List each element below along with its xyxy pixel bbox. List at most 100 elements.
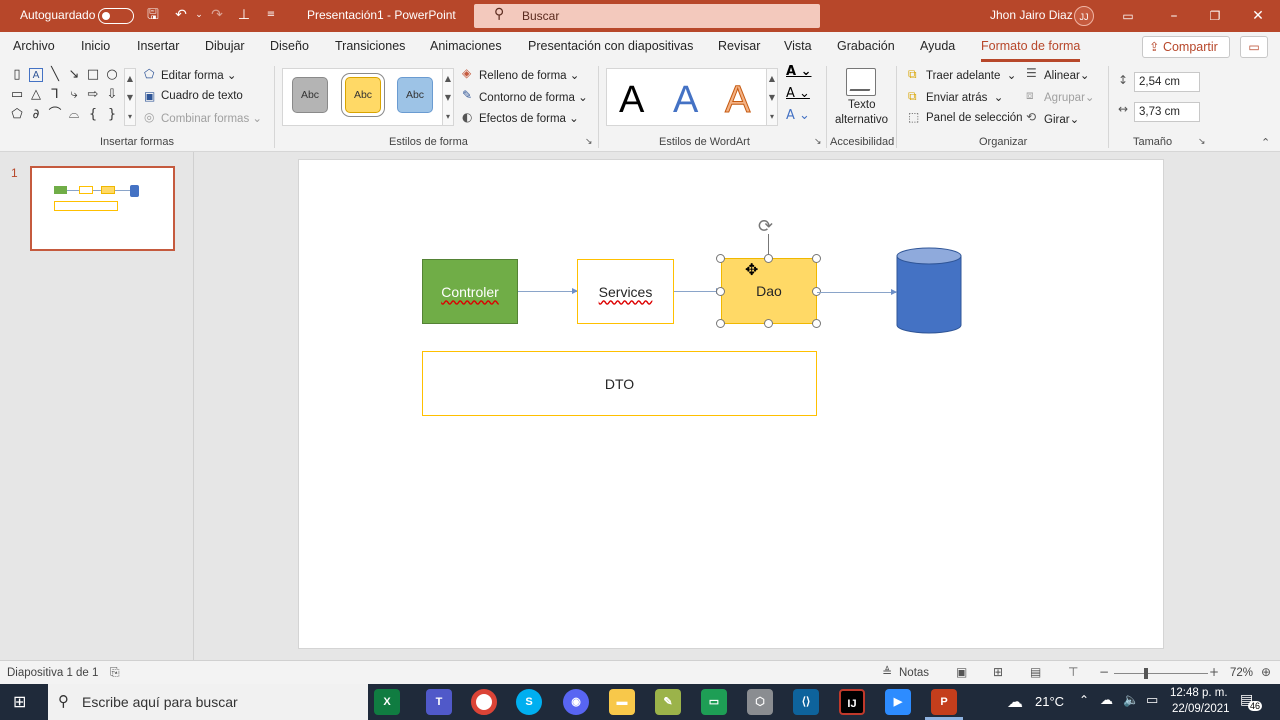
alt-text-label-1[interactable]: Texto	[848, 99, 876, 111]
undo-icon[interactable]: ↶	[172, 6, 190, 24]
clock-time[interactable]: 12:48 p. m.	[1170, 687, 1228, 699]
resize-handle[interactable]	[812, 319, 821, 328]
ribbon-display-icon[interactable]: ▭	[1116, 4, 1140, 28]
selection-pane-button[interactable]: Panel de selección	[926, 112, 1023, 124]
chrome-icon[interactable]	[471, 689, 497, 715]
chevron-down-icon[interactable]: ▼	[125, 88, 135, 107]
intellij-icon[interactable]: IJ	[839, 689, 865, 715]
tab-presentacion[interactable]: Presentación con diapositivas	[528, 39, 693, 53]
zoom-slider-thumb[interactable]	[1144, 668, 1148, 679]
rounded-rect-shape-icon[interactable]: ▭	[10, 88, 24, 102]
tab-animaciones[interactable]: Animaciones	[430, 39, 502, 53]
shape-height-input[interactable]: 2,54 cm	[1134, 72, 1200, 92]
save-icon[interactable]: 🖫	[144, 6, 162, 24]
shape-outline-button[interactable]: Contorno de forma ⌄	[479, 90, 588, 104]
shapes-gallery[interactable]: ▯ A ╲ ↘ □ ○ ▭ △ ⅂ ⤷ ⇨ ⇩ ⬠ ∂ ⌒ ⌓ { }	[10, 68, 124, 126]
normal-view-icon[interactable]: ▣	[956, 665, 967, 679]
chevron-up-icon[interactable]: ▲	[443, 69, 453, 88]
bring-forward-button[interactable]: Traer adelante ⌄	[926, 68, 1016, 82]
database-shape[interactable]	[896, 247, 964, 335]
tab-revisar[interactable]: Revisar	[718, 39, 760, 53]
more-icon[interactable]: ▾	[125, 107, 135, 126]
onedrive-icon[interactable]: ☁	[1100, 693, 1113, 708]
shapes-gallery-scroll[interactable]: ▲ ▼ ▾	[124, 68, 136, 126]
notepad-icon[interactable]: ✎	[655, 689, 681, 715]
tab-grabacion[interactable]: Grabación	[837, 39, 895, 53]
share-button[interactable]: ⇪ Compartir	[1142, 36, 1230, 58]
app-cube-icon[interactable]: ⬡	[747, 689, 773, 715]
zoom-slider[interactable]	[1114, 668, 1208, 679]
skype-icon[interactable]: S	[516, 689, 542, 715]
fit-slide-icon[interactable]: ⊕	[1261, 665, 1271, 679]
resize-handle[interactable]	[716, 319, 725, 328]
chevron-up-icon[interactable]: ▲	[767, 69, 777, 88]
dao-shape[interactable]: Dao	[721, 258, 817, 324]
close-icon[interactable]: ✕	[1246, 4, 1270, 28]
file-explorer-icon[interactable]: ▬	[609, 689, 635, 715]
chat-app-icon[interactable]: ▭	[701, 689, 727, 715]
shape-effects-button[interactable]: Efectos de forma ⌄	[479, 111, 579, 125]
text-outline-icon[interactable]: A ⌄	[786, 86, 810, 101]
brace-right-shape-icon[interactable]: }	[105, 108, 119, 122]
comments-icon[interactable]: ▭	[1240, 36, 1268, 58]
dialog-launcher-icon[interactable]: ↘	[585, 137, 593, 147]
triangle-shape-icon[interactable]: △	[29, 88, 43, 102]
accessibility-check-icon[interactable]: ⎘	[110, 665, 120, 680]
collapse-ribbon-icon[interactable]: ⌃	[1261, 136, 1270, 149]
tab-archivo[interactable]: Archivo	[13, 39, 55, 53]
zoom-app-icon[interactable]: ▶	[885, 689, 911, 715]
teams-icon[interactable]: T	[426, 689, 452, 715]
more-icon[interactable]: ▾	[767, 107, 777, 126]
chevron-down-icon[interactable]: ▼	[767, 88, 777, 107]
slide-sorter-icon[interactable]: ⊞	[993, 665, 1003, 679]
tab-dibujar[interactable]: Dibujar	[205, 39, 245, 53]
slide-canvas[interactable]: Controler Services Dao ⟳ ✥ DTO	[299, 160, 1163, 648]
slide-thumbnail[interactable]	[30, 166, 175, 251]
redo-icon[interactable]: ↷	[208, 6, 226, 24]
elbow-connector-shape-icon[interactable]: ⅂	[48, 88, 62, 102]
shape-styles-gallery[interactable]: Abc Abc Abc	[282, 68, 444, 126]
align-button[interactable]: Alinear⌄	[1044, 68, 1089, 82]
tab-inicio[interactable]: Inicio	[81, 39, 110, 53]
zoom-in-icon[interactable]: +	[1209, 665, 1219, 679]
freeform-shape-icon[interactable]: ⬠	[10, 108, 24, 122]
resize-handle[interactable]	[716, 254, 725, 263]
reading-view-icon[interactable]: ▤	[1030, 665, 1041, 679]
shape-styles-scroll[interactable]: ▲ ▼ ▾	[442, 68, 454, 126]
square-shape-icon[interactable]: □	[86, 68, 100, 82]
merge-shapes-button[interactable]: Combinar formas ⌄	[161, 111, 262, 125]
wordart-black[interactable]: A	[619, 79, 644, 122]
slideshow-view-icon[interactable]: ⊤	[1068, 665, 1078, 679]
windows-start-icon[interactable]: ⊞	[13, 692, 26, 711]
scribble-shape-icon[interactable]: ∂	[29, 108, 43, 122]
zoom-level[interactable]: 72%	[1230, 667, 1253, 679]
minimize-icon[interactable]: –	[1162, 4, 1186, 28]
brace-left-shape-icon[interactable]: {	[86, 108, 100, 122]
wordart-blue[interactable]: A	[673, 79, 698, 122]
services-shape[interactable]: Services	[577, 259, 674, 324]
network-icon[interactable]: ▭	[1146, 693, 1158, 708]
taskbar-search-box[interactable]: ⚲ Escribe aquí para buscar	[48, 684, 368, 720]
tab-vista[interactable]: Vista	[784, 39, 812, 53]
discord-icon[interactable]: ◉	[563, 689, 589, 715]
down-arrow-shape-icon[interactable]: ⇩	[105, 88, 119, 102]
resize-handle[interactable]	[812, 254, 821, 263]
zoom-out-icon[interactable]: −	[1099, 665, 1109, 679]
present-icon[interactable]: ⊥	[235, 6, 253, 24]
clock-date[interactable]: 22/09/2021	[1172, 703, 1230, 715]
tab-insertar[interactable]: Insertar	[137, 39, 179, 53]
controller-shape[interactable]: Controler	[422, 259, 518, 324]
resize-handle[interactable]	[716, 287, 725, 296]
textbox-shape-icon[interactable]: A	[29, 68, 43, 82]
text-box-button[interactable]: Cuadro de texto	[161, 90, 243, 102]
chevron-up-icon[interactable]: ⌃	[1079, 693, 1089, 707]
weather-icon[interactable]: ☁	[1007, 692, 1023, 711]
chevron-up-icon[interactable]: ▲	[125, 69, 135, 88]
customize-qa-icon[interactable]: ≡	[262, 6, 280, 24]
text-effects-icon[interactable]: A ⌄	[786, 108, 810, 123]
powerpoint-icon[interactable]: P	[931, 689, 957, 715]
volume-icon[interactable]: 🔈	[1123, 693, 1139, 708]
send-backward-button[interactable]: Enviar atrás ⌄	[926, 90, 1003, 104]
group-button[interactable]: Agrupar⌄	[1044, 90, 1095, 104]
rotate-handle-icon[interactable]: ⟳	[758, 216, 773, 237]
